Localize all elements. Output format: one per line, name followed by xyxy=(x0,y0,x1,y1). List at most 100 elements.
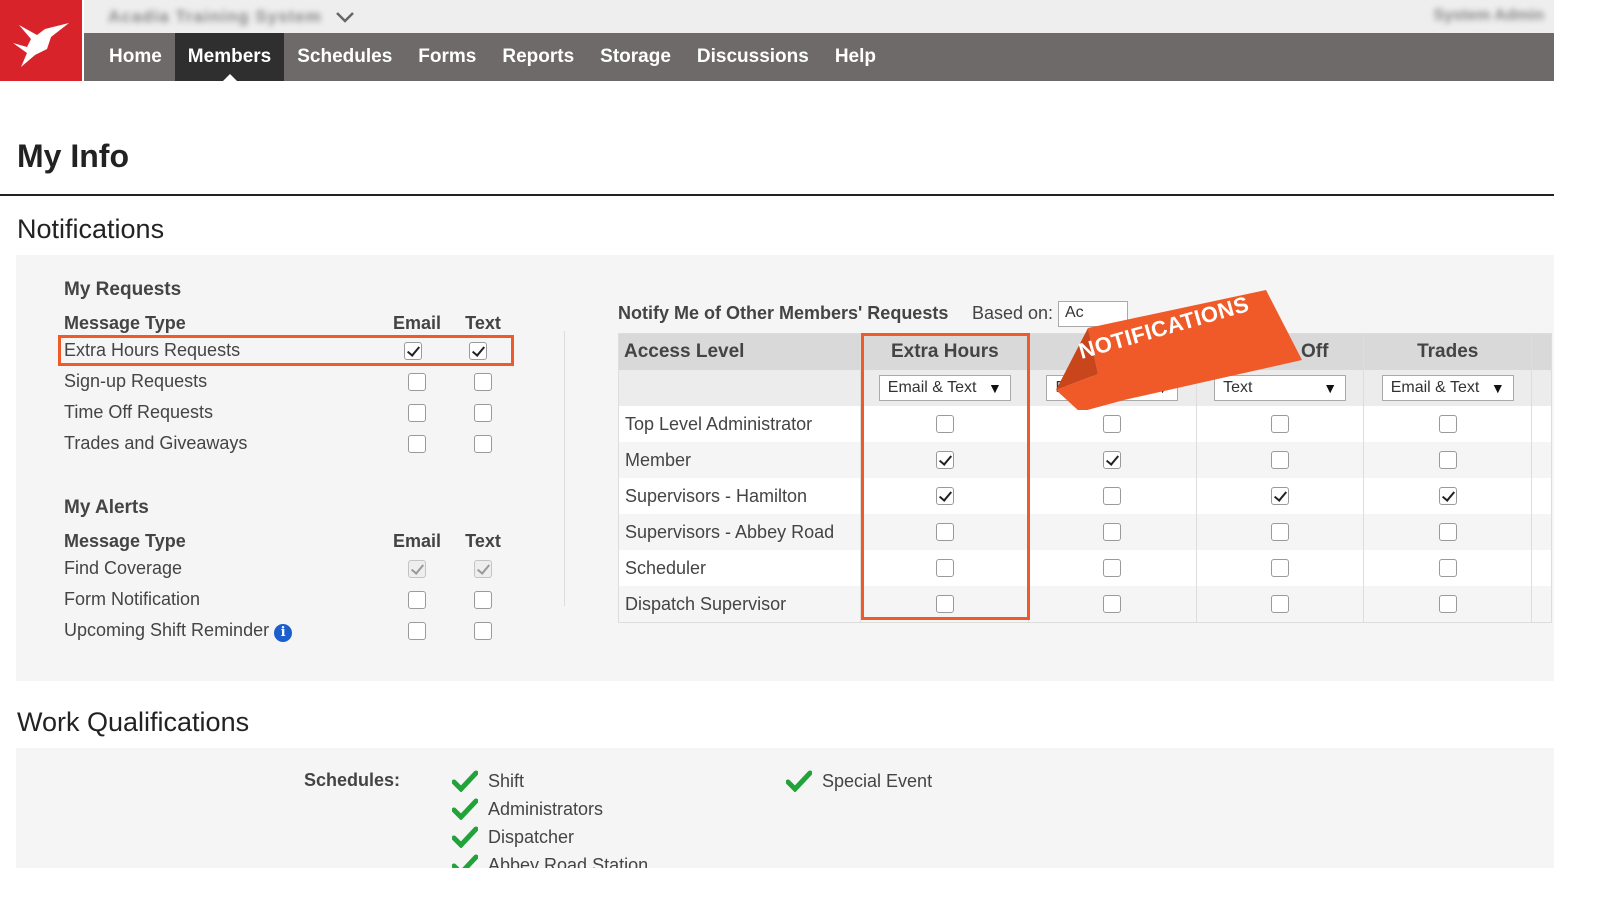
nav-forms[interactable]: Forms xyxy=(405,33,489,81)
alert-row-shift-reminder: Upcoming Shift Reminder i xyxy=(64,615,524,646)
alert-label: Form Notification xyxy=(64,589,201,609)
trades-text-checkbox[interactable] xyxy=(474,434,492,453)
checkmark-icon xyxy=(452,798,478,820)
sign-up-method-select[interactable]: E ▼ xyxy=(1046,375,1179,401)
trades-checkbox[interactable] xyxy=(1438,523,1457,541)
notify-other-heading: Notify Me of Other Members' Requests xyxy=(618,303,949,323)
extra-hours-text-checkbox[interactable] xyxy=(469,341,488,360)
access-level-label: Supervisors - Hamilton xyxy=(625,485,808,506)
sign-up-checkbox[interactable] xyxy=(1103,487,1122,505)
column-divider xyxy=(564,331,565,606)
form-notification-text-checkbox[interactable] xyxy=(474,590,492,609)
col-time-off: Time Off xyxy=(1195,334,1364,370)
time-off-method-select[interactable]: Text ▼ xyxy=(1214,375,1347,401)
request-row-extra-hours: Extra Hours Requests xyxy=(58,335,514,366)
extra-hours-checkbox[interactable] xyxy=(935,595,954,613)
signup-text-checkbox[interactable] xyxy=(474,372,492,391)
time-off-checkbox[interactable] xyxy=(1271,451,1290,469)
app-logo[interactable] xyxy=(0,0,82,81)
user-name[interactable]: System Admin xyxy=(1433,7,1544,25)
col-text: Text xyxy=(465,531,501,551)
extra-hours-checkbox[interactable] xyxy=(935,523,954,541)
qualification-item: Special Event xyxy=(786,770,932,792)
trades-checkbox[interactable] xyxy=(1438,487,1457,505)
time-off-checkbox[interactable] xyxy=(1271,523,1290,541)
extra-hours-checkbox[interactable] xyxy=(935,415,954,433)
info-icon[interactable]: i xyxy=(274,623,293,642)
request-row-time-off: Time Off Requests xyxy=(64,397,524,428)
nav-storage[interactable]: Storage xyxy=(587,33,684,81)
alert-row-find-coverage: Find Coverage xyxy=(64,553,524,584)
time-off-email-checkbox[interactable] xyxy=(408,403,426,422)
dropdown-arrow-icon: ▼ xyxy=(1323,380,1338,396)
signup-email-checkbox[interactable] xyxy=(408,372,426,391)
find-coverage-text-checkbox xyxy=(474,559,492,578)
time-off-checkbox[interactable] xyxy=(1271,415,1290,433)
nav-home[interactable]: Home xyxy=(96,33,175,81)
qualification-item: Administrators xyxy=(452,798,603,820)
request-row-trades: Trades and Giveaways xyxy=(64,428,524,459)
page-title: My Info xyxy=(17,138,129,174)
sign-up-checkbox[interactable] xyxy=(1103,415,1122,433)
checkmark-icon xyxy=(452,854,478,868)
sign-up-checkbox[interactable] xyxy=(1103,523,1122,541)
access-level-label: Scheduler xyxy=(625,557,707,578)
top-bar: Acadia Training System System Admin xyxy=(84,0,1554,33)
col-extra-hours: Extra Hours xyxy=(860,334,1028,370)
sign-up-checkbox[interactable] xyxy=(1103,595,1122,613)
time-off-text-checkbox[interactable] xyxy=(474,403,492,422)
time-off-checkbox[interactable] xyxy=(1271,487,1290,505)
time-off-checkbox[interactable] xyxy=(1271,595,1290,613)
extra-hours-checkbox[interactable] xyxy=(935,451,954,469)
grid-row: Scheduler xyxy=(619,550,1551,586)
nav-members[interactable]: Members xyxy=(174,33,285,81)
grid-row: Member xyxy=(619,442,1551,478)
main-nav: Home Members Schedules Forms Reports Sto… xyxy=(84,33,1554,81)
chevron-down-icon[interactable] xyxy=(334,8,356,26)
qualification-item: Abbey Road Station xyxy=(452,854,648,868)
trades-checkbox[interactable] xyxy=(1438,451,1457,469)
grid-row: Dispatch Supervisor xyxy=(619,586,1551,622)
extra-hours-method-select[interactable]: Email & Text ▼ xyxy=(878,375,1011,401)
sign-up-checkbox[interactable] xyxy=(1103,559,1122,577)
request-row-signup: Sign-up Requests xyxy=(64,366,524,397)
nav-help[interactable]: Help xyxy=(822,33,889,81)
access-level-grid: Access Level Extra Hours Time Off Trades… xyxy=(618,333,1552,623)
access-level-label: Supervisors - Abbey Road xyxy=(625,521,835,542)
trades-checkbox[interactable] xyxy=(1438,559,1457,577)
my-requests-heading: My Requests xyxy=(64,279,182,300)
based-on-label: Based on: xyxy=(972,303,1054,323)
qualification-item: Dispatcher xyxy=(452,826,574,848)
checkmark-icon xyxy=(786,770,812,792)
access-level-label: Dispatch Supervisor xyxy=(625,593,787,614)
col-trades: Trades xyxy=(1363,334,1531,370)
trades-email-checkbox[interactable] xyxy=(408,434,426,453)
col-email: Email xyxy=(392,313,442,333)
extra-hours-email-checkbox[interactable] xyxy=(404,341,423,360)
nav-reports[interactable]: Reports xyxy=(489,33,587,81)
extra-hours-checkbox[interactable] xyxy=(935,487,954,505)
based-on-select[interactable]: Ac xyxy=(1058,301,1128,327)
shift-reminder-email-checkbox[interactable] xyxy=(408,621,426,640)
nav-discussions[interactable]: Discussions xyxy=(684,33,822,81)
checkmark-icon xyxy=(452,826,478,848)
trades-method-select[interactable]: Email & Text ▼ xyxy=(1381,375,1514,401)
extra-hours-checkbox[interactable] xyxy=(935,559,954,577)
access-level-label: Top Level Administrator xyxy=(625,413,813,434)
sign-up-checkbox[interactable] xyxy=(1103,451,1122,469)
time-off-checkbox[interactable] xyxy=(1271,559,1290,577)
org-name: Acadia Training System xyxy=(108,7,322,26)
nav-schedules[interactable]: Schedules xyxy=(284,33,405,81)
schedules-label: Schedules: xyxy=(304,770,401,790)
my-alerts-header-row: Message Type Email Text xyxy=(64,531,524,553)
dropdown-arrow-icon: ▼ xyxy=(1155,380,1170,396)
grid-row: Supervisors - Hamilton xyxy=(619,478,1551,514)
title-divider xyxy=(0,194,1554,196)
shift-reminder-text-checkbox[interactable] xyxy=(474,621,492,640)
alert-label-wrap: Upcoming Shift Reminder i xyxy=(64,620,384,642)
form-notification-email-checkbox[interactable] xyxy=(408,590,426,609)
col-text: Text xyxy=(465,313,501,333)
trades-checkbox[interactable] xyxy=(1438,595,1457,613)
trades-checkbox[interactable] xyxy=(1438,415,1457,433)
qualification-label: Abbey Road Station xyxy=(488,854,649,869)
